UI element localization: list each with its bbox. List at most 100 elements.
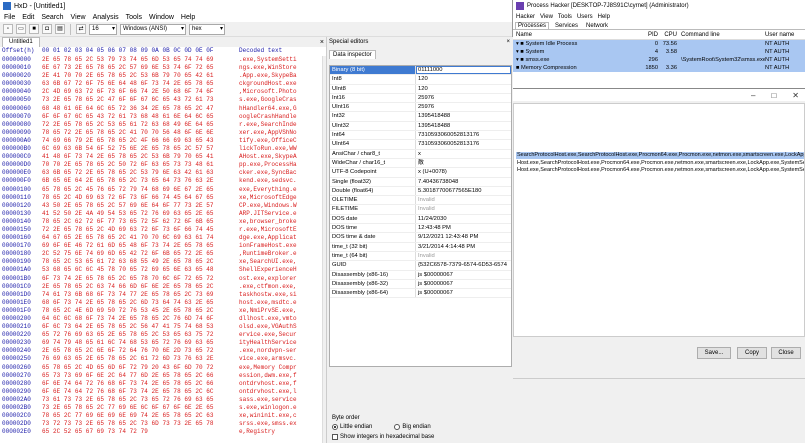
data-inspector-row[interactable]: AnsiChar / char8_t x <box>330 149 511 159</box>
row-decoded-text[interactable]: r.exe,SearchInde <box>239 121 297 129</box>
row-bytes[interactable]: 73 61 73 73 2E 65 78 65 2C 73 65 72 76 6… <box>42 396 239 404</box>
row-decoded-text[interactable]: xe,wininit.exe,c <box>239 412 297 420</box>
process-row[interactable]: ▾ ■ System Idle Process 0 73.56 NT AUTH <box>513 40 805 48</box>
data-inspector-row[interactable]: Disassembly (x86-64) js $00000067 <box>330 289 511 299</box>
row-bytes[interactable]: 68 48 61 6E 64 6C 65 72 36 34 2E 65 78 6… <box>42 105 239 113</box>
row-bytes[interactable]: 65 2C 52 65 67 69 73 74 72 79 <box>42 428 239 436</box>
hex-editor[interactable]: Offset(h) 00 01 02 03 04 05 06 07 08 09 0… <box>0 47 325 443</box>
inspector-value[interactable]: 25976 <box>416 103 511 111</box>
row-bytes[interactable]: 78 65 2C 62 72 6F 77 73 65 72 5F 62 72 6… <box>42 218 239 226</box>
row-bytes[interactable]: 2C 52 75 6E 74 69 6D 65 42 72 6F 6B 65 7… <box>42 250 239 258</box>
row-bytes[interactable]: 73 2E 65 78 65 2C 77 69 6E 6C 6F 67 6F 6… <box>42 404 239 412</box>
menu-edit[interactable]: Edit <box>22 14 34 21</box>
charset-select[interactable]: Windows (ANSI) <box>120 23 186 35</box>
col-pid[interactable]: PID <box>641 30 661 39</box>
row-bytes[interactable]: 6F 6E 74 64 72 76 68 6F 73 74 2E 65 78 6… <box>42 388 239 396</box>
data-inspector-row[interactable]: UInt64 7310593060052813176 <box>330 140 511 150</box>
row-decoded-text[interactable]: oogleCrashHandle <box>239 113 297 121</box>
inspector-value[interactable]: Invalid <box>416 205 511 213</box>
row-bytes[interactable]: 6F 6C 73 64 2E 65 78 65 2C 56 47 41 75 7… <box>42 323 239 331</box>
data-inspector-row[interactable]: Binary (8 bit) 01111000 <box>330 66 511 76</box>
inspector-value[interactable]: x <box>416 150 511 158</box>
inspector-value[interactable]: 25976 <box>416 94 511 102</box>
data-inspector-row[interactable]: Single (float32) 7.40436738048 <box>330 177 511 187</box>
row-decoded-text[interactable]: ShellExperienceH <box>239 266 297 274</box>
environment-list[interactable]: SearchProtocolHost.exe,SearchProtocolHos… <box>513 103 805 337</box>
row-bytes[interactable]: 63 6B 65 72 2E 65 78 65 2C 53 79 6E 63 4… <box>42 169 239 177</box>
inspector-value[interactable]: js $00000067 <box>416 280 511 288</box>
data-inspector-row[interactable]: OLETIME Invalid <box>330 196 511 206</box>
col-cpu[interactable]: CPU <box>661 30 679 39</box>
row-decoded-text[interactable]: ngs.exe,WinStore <box>239 64 297 72</box>
ph-menu-tools[interactable]: Tools <box>558 14 572 20</box>
data-inspector-row[interactable]: DOS time 12:43:48 PM <box>330 224 511 234</box>
col-command-line[interactable]: Command line <box>679 30 765 39</box>
row-decoded-text[interactable]: xe,SearchUI.exe, <box>239 258 297 266</box>
row-decoded-text[interactable]: r.exe,MicrosoftE <box>239 226 297 234</box>
menu-window[interactable]: Window <box>149 14 174 21</box>
inspector-value[interactable]: 敵 <box>416 159 511 167</box>
environment-line[interactable]: Host.exe,SearchProtocolHost.exe,Procmon6… <box>516 160 804 167</box>
data-inspector-row[interactable]: UInt8 120 <box>330 84 511 94</box>
row-decoded-text[interactable]: hHandler64.exe,G <box>239 105 297 113</box>
row-bytes[interactable]: 43 50 2E 65 78 65 2C 57 69 6E 64 6F 77 7… <box>42 202 239 210</box>
row-bytes[interactable]: 69 6F 6E 46 72 61 6D 65 48 6F 73 74 2E 6… <box>42 242 239 250</box>
row-decoded-text[interactable]: tify.exe,OfficeC <box>239 137 297 145</box>
inspector-value[interactable]: 120 <box>416 75 511 83</box>
row-bytes[interactable]: 78 65 2C 4E 6D 69 50 72 76 53 45 2E 65 7… <box>42 307 239 315</box>
process-row[interactable]: ▾ ■ System 4 3.58 NT AUTH <box>513 48 805 56</box>
row-decoded-text[interactable]: exe,Memory Compr <box>239 364 297 372</box>
process-row[interactable]: ▾ ■ smss.exe 296 \SystemRoot\System32\smss… <box>513 56 805 64</box>
row-bytes[interactable]: 64 6C 6C 68 6F 73 74 2E 65 78 65 2C 76 6… <box>42 315 239 323</box>
inspector-value[interactable]: 7.40436738048 <box>416 178 511 186</box>
close-button[interactable]: Close <box>771 347 801 359</box>
inspector-value[interactable]: 3/21/2014 4:14:48 PM <box>416 243 511 251</box>
row-decoded-text[interactable]: ,Microsoft.Photo <box>239 88 297 96</box>
show-hex-checkbox[interactable]: Show integers in hexadecimal base <box>332 434 434 440</box>
row-decoded-text[interactable]: s.exe,winlogon.e <box>239 404 297 412</box>
row-bytes[interactable]: 41 48 6F 73 74 2E 65 78 65 2C 53 6B 79 7… <box>42 153 239 161</box>
row-decoded-text[interactable]: ARP.JITService.e <box>239 210 297 218</box>
menu-view[interactable]: View <box>71 14 86 21</box>
offset-base-select[interactable]: hex <box>189 23 225 35</box>
inspector-value[interactable]: x (U+0078) <box>416 168 511 176</box>
row-bytes[interactable]: 65 72 76 69 63 65 2E 65 78 65 2C 53 65 6… <box>42 331 239 339</box>
data-inspector-row[interactable]: time_t (64 bit) Invalid <box>330 251 511 262</box>
row-bytes[interactable]: 70 70 2E 65 78 65 2C 50 72 6F 63 65 73 7… <box>42 161 239 169</box>
row-bytes[interactable]: 68 6F 73 74 2E 65 78 65 2C 6D 73 64 74 6… <box>42 299 239 307</box>
data-inspector-row[interactable]: GUID {532C6578-7379-6574-6D53-6574 <box>330 261 511 271</box>
environment-line[interactable]: Host.exe,SearchProtocolHost.exe,Procmon6… <box>516 167 804 174</box>
row-bytes[interactable]: 76 69 63 65 2E 65 78 65 2C 61 72 6D 73 7… <box>42 355 239 363</box>
ph-menu-hacker[interactable]: Hacker <box>516 14 535 20</box>
row-decoded-text[interactable]: xe,NmiPrvSE.exe, <box>239 307 297 315</box>
row-bytes[interactable]: 2E 65 78 65 2C 63 74 66 6D 6F 6E 2E 65 7… <box>42 283 239 291</box>
row-bytes[interactable]: 78 65 2C 77 69 6E 69 6E 69 74 2E 65 78 6… <box>42 412 239 420</box>
menu-help[interactable]: Help <box>181 14 195 21</box>
row-decoded-text[interactable]: pp.exe,ProcessHa <box>239 161 297 169</box>
menu-analysis[interactable]: Analysis <box>93 14 119 21</box>
row-bytes[interactable]: 2E 41 70 70 2E 65 78 65 2C 53 6B 79 70 6… <box>42 72 239 80</box>
row-decoded-text[interactable]: ession,dwm.exe,f <box>239 372 297 380</box>
row-bytes[interactable]: 65 78 65 2C 45 76 65 72 79 74 68 69 6E 6… <box>42 186 239 194</box>
inspector-value[interactable]: 1395418488 <box>416 122 511 130</box>
data-inspector-row[interactable]: Disassembly (x86-32) js $00000067 <box>330 279 511 290</box>
row-decoded-text[interactable]: .exe,SystemSetti <box>239 56 297 64</box>
row-decoded-text[interactable]: xe,MicrosoftEdge <box>239 194 297 202</box>
row-decoded-text[interactable]: CP.exe,Windows.W <box>239 202 297 210</box>
inspector-value[interactable]: 5.30187700677565E180 <box>416 187 511 195</box>
maximize-icon[interactable]: □ <box>771 91 776 100</box>
row-bytes[interactable]: 65 78 65 2C 4D 65 6D 6F 72 79 20 43 6F 6… <box>42 364 239 372</box>
data-inspector-row[interactable]: Int8 120 <box>330 75 511 85</box>
row-decoded-text[interactable]: dge.exe,Applicat <box>239 234 297 242</box>
data-inspector-row[interactable]: time_t (32 bit) 3/21/2014 4:14:48 PM <box>330 242 511 252</box>
inspector-value[interactable]: js $00000067 <box>416 289 511 297</box>
row-decoded-text[interactable]: ,RuntimeBroker.e <box>239 250 297 258</box>
ph-menu-view[interactable]: View <box>540 14 553 20</box>
col-name[interactable]: Name <box>513 30 641 39</box>
open-file-icon[interactable]: ▭ <box>16 24 26 34</box>
inspector-value[interactable]: Invalid <box>416 196 511 204</box>
row-decoded-text[interactable]: .App.exe,SkypeBa <box>239 72 297 80</box>
open-ram-icon[interactable]: ▤ <box>55 24 65 34</box>
row-decoded-text[interactable]: ityHealthService <box>239 339 297 347</box>
row-decoded-text[interactable]: e,Registry <box>239 428 275 436</box>
